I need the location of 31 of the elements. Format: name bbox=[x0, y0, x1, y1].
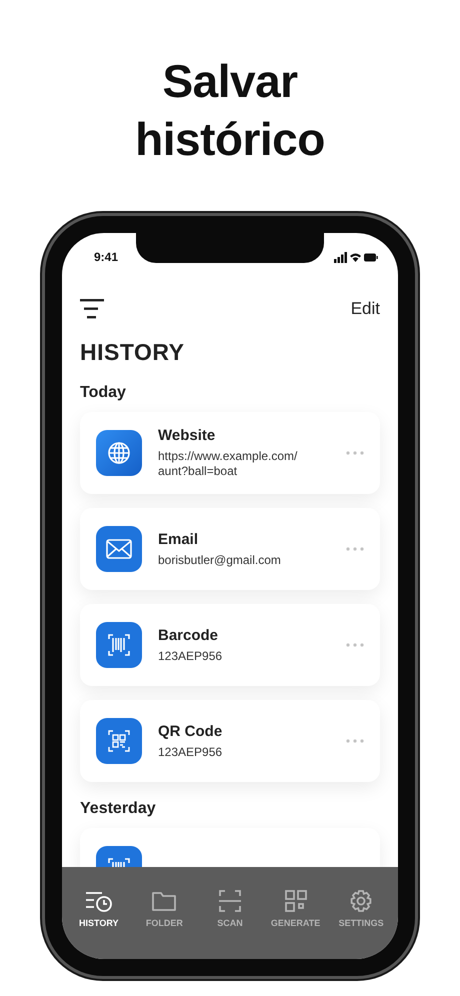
status-time: 9:41 bbox=[94, 250, 118, 264]
more-icon[interactable] bbox=[346, 451, 364, 455]
section-heading: Yesterday bbox=[80, 800, 157, 818]
more-icon[interactable] bbox=[346, 643, 364, 647]
more-icon[interactable] bbox=[346, 547, 364, 551]
envelope-icon bbox=[96, 526, 142, 572]
more-icon[interactable] bbox=[346, 739, 364, 743]
history-card[interactable]: Website https://www.example.com/ aunt?ball=boat bbox=[80, 412, 380, 494]
section-heading: Today bbox=[80, 384, 127, 402]
edit-button[interactable]: Edit bbox=[350, 299, 380, 319]
headline: Salvar histórico bbox=[134, 54, 326, 167]
item-title: Email bbox=[158, 530, 200, 548]
menu-icon[interactable] bbox=[80, 299, 104, 319]
item-detail: 123AEP956 bbox=[158, 744, 224, 760]
qr-code-icon bbox=[96, 718, 142, 764]
item-title: Barcode bbox=[158, 626, 220, 644]
history-card[interactable]: Email borisbutler@gmail.com bbox=[80, 508, 380, 590]
item-detail: borisbutler@gmail.com bbox=[158, 552, 282, 568]
item-detail: 123AEP956 bbox=[158, 648, 224, 664]
item-title: Website bbox=[158, 427, 216, 444]
folder-icon bbox=[150, 889, 178, 913]
item-title: QR Code bbox=[158, 722, 224, 740]
screen-title: HISTORY bbox=[80, 339, 186, 366]
status-icons bbox=[334, 252, 378, 262]
tab[interactable]: HISTORY bbox=[66, 889, 131, 933]
list-clock-icon bbox=[84, 889, 113, 913]
globe-icon bbox=[96, 430, 142, 476]
item-detail: https://www.example.com/ aunt?ball=boat bbox=[158, 449, 298, 479]
history-card[interactable]: Barcode 123AEP956 bbox=[80, 604, 380, 686]
history-card[interactable]: QR Code 123AEP956 bbox=[80, 700, 380, 782]
barcode-icon bbox=[96, 622, 142, 668]
